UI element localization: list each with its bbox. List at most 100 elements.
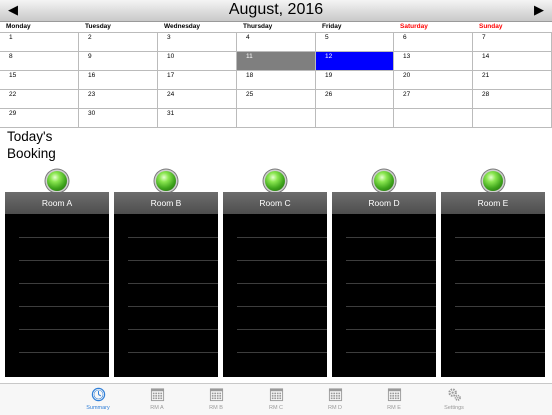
booking-slot-divider bbox=[237, 260, 327, 261]
booking-slot-divider bbox=[455, 352, 545, 353]
booking-title-line-2: Booking bbox=[7, 146, 56, 161]
tab-rm-c[interactable]: RM C bbox=[254, 387, 298, 411]
calendar-day-cell[interactable]: 22 bbox=[0, 90, 79, 109]
booking-slot-divider bbox=[128, 237, 218, 238]
calendar-icon bbox=[328, 387, 343, 402]
room-header[interactable]: Room A bbox=[5, 192, 109, 214]
room-header[interactable]: Room D bbox=[332, 192, 436, 214]
next-month-button[interactable]: ▶ bbox=[534, 2, 544, 18]
calendar-day-cell[interactable]: 18 bbox=[237, 71, 316, 90]
tab-label: RM B bbox=[209, 405, 223, 411]
room-panel-e[interactable]: Room E bbox=[441, 171, 545, 377]
calendar-day-cell[interactable]: 31 bbox=[158, 109, 237, 128]
booking-slot-divider bbox=[19, 260, 109, 261]
calendar-day-cell[interactable] bbox=[473, 109, 552, 128]
tab-label: RM E bbox=[387, 405, 401, 411]
booking-slot-divider bbox=[455, 283, 545, 284]
calendar-day-cell[interactable]: 17 bbox=[158, 71, 237, 90]
calendar-day-cell[interactable]: 21 bbox=[473, 71, 552, 90]
calendar-day-cell[interactable]: 9 bbox=[79, 52, 158, 71]
tab-rm-a[interactable]: RM A bbox=[135, 387, 179, 411]
room-booking-list bbox=[223, 214, 327, 377]
tab-rm-d[interactable]: RM D bbox=[313, 387, 357, 411]
status-light-icon bbox=[265, 171, 285, 191]
booking-slot-divider bbox=[237, 352, 327, 353]
tab-label: RM C bbox=[268, 405, 284, 411]
calendar-day-cell[interactable]: 15 bbox=[0, 71, 79, 90]
room-booking-list bbox=[441, 214, 545, 377]
calendar-icon bbox=[150, 387, 165, 402]
booking-slot-divider bbox=[128, 260, 218, 261]
calendar-day-cell[interactable]: 13 bbox=[394, 52, 473, 71]
booking-slot-divider bbox=[237, 283, 327, 284]
booking-slot-divider bbox=[346, 352, 436, 353]
clock-icon bbox=[91, 387, 106, 402]
weekday-sunday: Sunday bbox=[479, 23, 503, 30]
booking-slot-divider bbox=[346, 283, 436, 284]
calendar-icon bbox=[209, 387, 224, 402]
weekday-header-row: Monday Tuesday Wednesday Thursday Friday… bbox=[0, 21, 552, 32]
status-light-icon bbox=[47, 171, 67, 191]
booking-slot-divider bbox=[19, 237, 109, 238]
tab-settings[interactable]: Settings bbox=[432, 387, 476, 411]
calendar-day-cell[interactable]: 16 bbox=[79, 71, 158, 90]
tab-summary[interactable]: Summary bbox=[76, 387, 120, 411]
room-header[interactable]: Room B bbox=[114, 192, 218, 214]
month-header: ◀ August, 2016 ▶ bbox=[0, 0, 552, 22]
calendar-day-cell[interactable] bbox=[316, 109, 394, 128]
room-panel-b[interactable]: Room B bbox=[114, 171, 218, 377]
calendar-day-cell[interactable]: 11 bbox=[237, 52, 316, 71]
tab-label: RM D bbox=[327, 405, 343, 411]
calendar-icon bbox=[387, 387, 402, 402]
booking-slot-divider bbox=[19, 352, 109, 353]
calendar-day-cell[interactable]: 23 bbox=[79, 90, 158, 109]
weekday-monday: Monday bbox=[6, 23, 31, 30]
calendar-day-cell[interactable]: 1 bbox=[0, 33, 79, 52]
calendar-day-cell[interactable]: 27 bbox=[394, 90, 473, 109]
calendar-day-cell[interactable]: 14 bbox=[473, 52, 552, 71]
booking-title-line-1: Today's bbox=[7, 129, 53, 144]
booking-slot-divider bbox=[346, 237, 436, 238]
tab-label: Summary bbox=[86, 405, 110, 411]
room-panel-a[interactable]: Room A bbox=[5, 171, 109, 377]
calendar-day-cell[interactable]: 25 bbox=[237, 90, 316, 109]
booking-slot-divider bbox=[346, 306, 436, 307]
tab-bar: Summary RM A RM B RM C RM D RM E Settings bbox=[0, 383, 552, 415]
status-light-icon bbox=[156, 171, 176, 191]
tab-label: Settings bbox=[444, 405, 464, 411]
calendar-day-cell[interactable]: 19 bbox=[316, 71, 394, 90]
calendar-day-cell[interactable]: 6 bbox=[394, 33, 473, 52]
status-light-icon bbox=[483, 171, 503, 191]
booking-slot-divider bbox=[346, 329, 436, 330]
calendar-day-cell[interactable]: 7 bbox=[473, 33, 552, 52]
tab-rm-e[interactable]: RM E bbox=[372, 387, 416, 411]
calendar-day-cell[interactable]: 26 bbox=[316, 90, 394, 109]
calendar-day-cell[interactable]: 20 bbox=[394, 71, 473, 90]
room-booking-list bbox=[5, 214, 109, 377]
room-panel-d[interactable]: Room D bbox=[332, 171, 436, 377]
booking-slot-divider bbox=[346, 260, 436, 261]
calendar-day-cell[interactable] bbox=[237, 109, 316, 128]
tab-rm-b[interactable]: RM B bbox=[194, 387, 238, 411]
booking-slot-divider bbox=[19, 283, 109, 284]
booking-slot-divider bbox=[455, 329, 545, 330]
booking-slot-divider bbox=[128, 329, 218, 330]
calendar-day-cell[interactable]: 3 bbox=[158, 33, 237, 52]
calendar-day-cell[interactable]: 29 bbox=[0, 109, 79, 128]
calendar-grid: 1 2 3 4 5 6 7 8 9 10 11 12 13 14 15 16 17 18 19 20 21 22 23 24 2… bbox=[0, 32, 552, 129]
room-header[interactable]: Room E bbox=[441, 192, 545, 214]
calendar-day-cell[interactable] bbox=[394, 109, 473, 128]
room-header[interactable]: Room C bbox=[223, 192, 327, 214]
calendar-day-cell[interactable]: 30 bbox=[79, 109, 158, 128]
calendar-day-cell[interactable]: 12 bbox=[316, 52, 394, 71]
calendar-day-cell[interactable]: 10 bbox=[158, 52, 237, 71]
calendar-day-cell[interactable]: 5 bbox=[316, 33, 394, 52]
calendar-day-cell[interactable]: 24 bbox=[158, 90, 237, 109]
booking-slot-divider bbox=[19, 306, 109, 307]
calendar-day-cell[interactable]: 2 bbox=[79, 33, 158, 52]
calendar-day-cell[interactable]: 28 bbox=[473, 90, 552, 109]
calendar-day-cell[interactable]: 4 bbox=[237, 33, 316, 52]
calendar-day-cell[interactable]: 8 bbox=[0, 52, 79, 71]
weekday-saturday: Saturday bbox=[400, 23, 428, 30]
room-panel-c[interactable]: Room C bbox=[223, 171, 327, 377]
